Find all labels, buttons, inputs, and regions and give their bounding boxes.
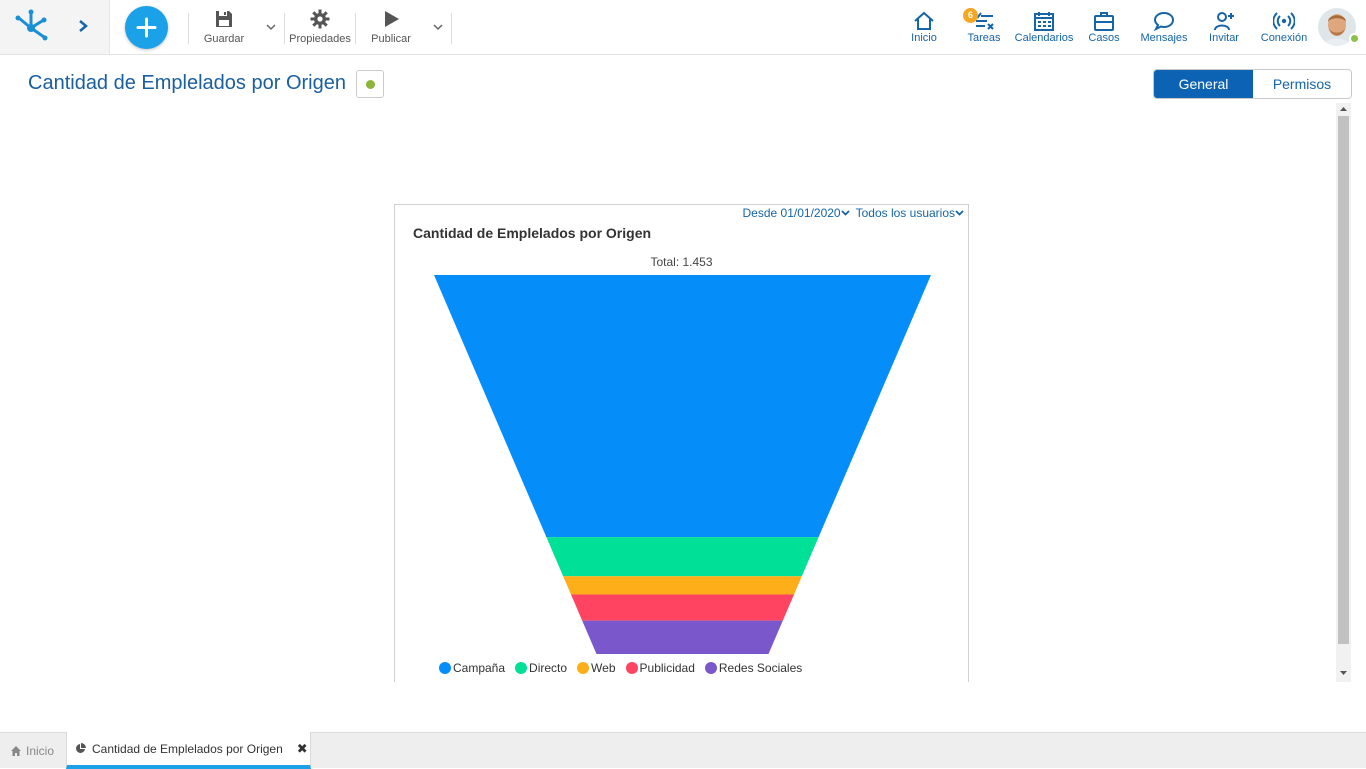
view-tabs: General Permisos — [1153, 69, 1352, 99]
pie-chart-icon — [76, 743, 86, 753]
add-button[interactable] — [125, 6, 168, 49]
publish-options-chevron-down-icon[interactable] — [432, 19, 444, 37]
legend-label: Directo — [529, 661, 568, 675]
chart-title: Cantidad de Emplelados por Origen — [413, 225, 652, 241]
chart-filters: Desde 01/01/2020 Todos los usuarios — [743, 206, 964, 220]
nav-home[interactable]: Inicio — [902, 0, 946, 54]
date-filter-label: Desde 01/01/2020 — [742, 206, 841, 220]
chevron-down-icon — [955, 210, 964, 216]
funnel-segment-directo[interactable] — [546, 537, 819, 577]
nav-calendars[interactable]: Calendarios — [1012, 0, 1076, 54]
legend-item[interactable]: Campaña — [439, 661, 505, 675]
chart-panel: Desde 01/01/2020 Todos los usuarios Cant… — [394, 204, 969, 682]
legend-item[interactable]: Redes Sociales — [704, 661, 803, 675]
brand-area — [0, 0, 110, 54]
nav-calendars-label: Calendarios — [1014, 32, 1074, 44]
status-button[interactable] — [356, 70, 384, 98]
legend-label: Publicidad — [639, 661, 695, 675]
funnel-segment-redes-sociales[interactable] — [582, 620, 783, 654]
scroll-up-arrow-icon[interactable] — [1338, 104, 1349, 114]
nav-messages[interactable]: Mensajes — [1136, 0, 1192, 54]
nav-messages-label: Mensajes — [1140, 32, 1188, 44]
funnel-segment-publicidad[interactable] — [571, 594, 794, 621]
expand-menu-chevron-icon[interactable] — [76, 17, 90, 40]
add-user-icon — [1214, 12, 1234, 31]
calendar-icon — [1034, 12, 1054, 31]
properties-button[interactable]: Propiedades — [287, 0, 353, 54]
home-icon — [914, 11, 934, 30]
close-tab-icon[interactable]: ✖ — [297, 741, 308, 757]
nav-cases-label: Casos — [1088, 32, 1120, 44]
toolbar-divider — [284, 13, 285, 44]
tab-general[interactable]: General — [1154, 70, 1253, 98]
nav-home-label: Inicio — [911, 32, 937, 44]
tab-permissions[interactable]: Permisos — [1253, 70, 1351, 98]
legend-label: Campaña — [453, 661, 506, 675]
save-button[interactable]: Guardar — [196, 0, 252, 54]
online-status-dot — [1349, 33, 1360, 44]
broadcast-icon — [1273, 12, 1295, 30]
funnel-chart — [434, 275, 931, 654]
bottom-tab-chart-label: Cantidad de Emplelados por Origen — [92, 741, 283, 756]
nav-connection-label: Conexión — [1260, 32, 1308, 44]
legend-swatch — [439, 662, 451, 674]
scroll-down-arrow-icon[interactable] — [1338, 668, 1349, 678]
properties-label: Propiedades — [289, 33, 351, 45]
play-icon — [385, 11, 399, 27]
publish-button[interactable]: Publicar — [362, 0, 420, 54]
legend-item[interactable]: Publicidad — [625, 661, 695, 675]
toolbar-divider — [451, 13, 452, 44]
save-label: Guardar — [203, 33, 245, 45]
legend-label: Web — [591, 661, 616, 675]
bottom-tab-home-label: Inicio — [26, 743, 55, 758]
legend-item[interactable]: Directo — [515, 661, 567, 675]
save-icon — [216, 11, 232, 27]
legend-swatch — [577, 662, 590, 674]
app-logo-icon[interactable] — [12, 9, 48, 50]
bottom-tab-chart[interactable]: Cantidad de Emplelados por Origen ✖ — [66, 732, 311, 769]
date-filter-dropdown[interactable]: Desde 01/01/2020 — [743, 206, 850, 220]
plus-icon — [136, 17, 157, 38]
bottom-tab-bar: Inicio Cantidad de Emplelados por Origen… — [0, 732, 1366, 769]
legend-label: Redes Sociales — [718, 661, 803, 675]
users-filter-label: Todos los usuarios — [855, 206, 955, 220]
nav-connection[interactable]: Conexión — [1256, 0, 1312, 54]
users-filter-dropdown[interactable]: Todos los usuarios — [856, 206, 964, 220]
save-options-chevron-down-icon[interactable] — [265, 19, 277, 37]
funnel-segment-web[interactable] — [563, 576, 802, 595]
briefcase-icon — [1094, 12, 1114, 31]
nav-invite-label: Invitar — [1209, 32, 1239, 44]
legend-swatch — [515, 662, 528, 674]
top-toolbar: Guardar Propiedades Publicar Inicio Tare… — [0, 0, 1366, 55]
gear-icon — [310, 9, 330, 29]
legend-swatch — [625, 662, 638, 674]
home-icon — [11, 745, 21, 756]
toolbar-divider — [188, 13, 189, 44]
page-title: Cantidad de Emplelados por Origen — [28, 72, 346, 94]
bottom-tab-home[interactable]: Inicio — [0, 733, 66, 768]
toolbar-divider — [355, 13, 356, 44]
nav-cases[interactable]: Casos — [1084, 0, 1124, 54]
publish-label: Publicar — [371, 33, 411, 45]
chart-total-label: Total: 1.453 — [650, 255, 713, 269]
legend-swatch — [704, 662, 717, 674]
scrollbar-thumb[interactable] — [1338, 116, 1349, 644]
chevron-down-icon — [840, 210, 850, 216]
funnel-segment-campana[interactable] — [434, 275, 931, 538]
nav-invite[interactable]: Invitar — [1202, 0, 1246, 54]
status-active-dot — [366, 80, 375, 89]
nav-tasks-label: Tareas — [967, 32, 1001, 44]
legend-item[interactable]: Web — [577, 661, 616, 675]
chat-bubble-icon — [1153, 11, 1175, 32]
tasks-count-badge: 6 — [963, 8, 978, 23]
chart-legend: Campaña Directo Web Publicidad Redes Sociale… — [439, 661, 802, 675]
